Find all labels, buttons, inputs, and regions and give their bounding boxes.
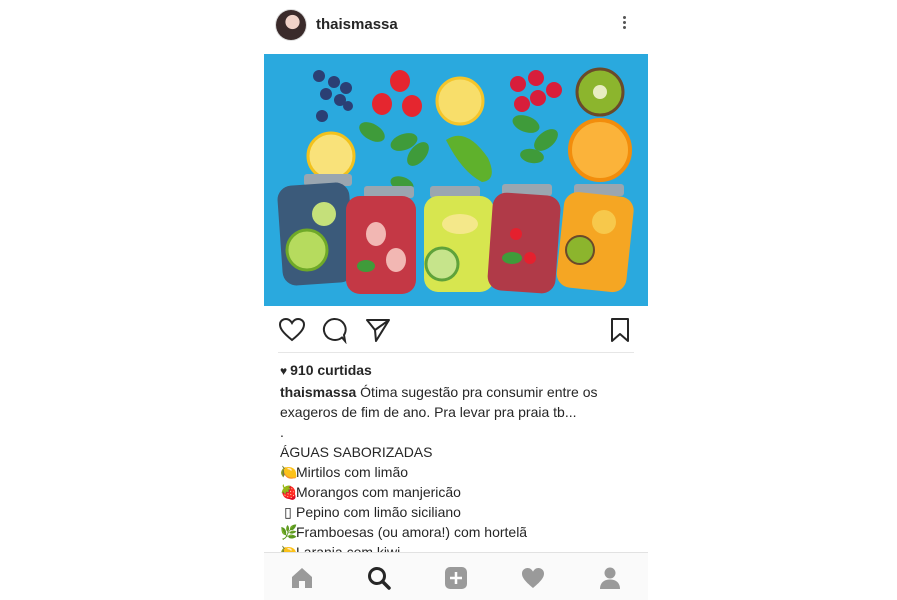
lemon-half-top	[435, 76, 485, 126]
post-caption: thaismassa Ótima sugestão pra consumir e…	[280, 382, 632, 562]
caption-dot-line: .	[280, 424, 284, 440]
comment-bubble-icon[interactable]	[320, 316, 348, 344]
home-icon[interactable]	[289, 565, 315, 591]
bottom-navigation	[264, 552, 648, 600]
more-options-icon[interactable]	[620, 14, 628, 38]
jar-blueberry-lime	[277, 174, 355, 286]
caption-username[interactable]: thaismassa	[280, 384, 356, 400]
profile-icon[interactable]	[597, 565, 623, 591]
heart-filled-icon: ♥	[280, 364, 288, 378]
paper-plane-icon[interactable]	[364, 316, 392, 344]
caption-text-line2: exageros de fim de ano. Pra levar pra pr…	[280, 404, 577, 420]
post-actions-bar	[264, 306, 648, 352]
missing-glyph-icon: ▯	[284, 504, 292, 520]
add-post-icon[interactable]	[443, 565, 469, 591]
post-photo[interactable]	[264, 54, 648, 306]
post-header: thaismassa	[264, 0, 648, 52]
lemon-half-left	[306, 131, 356, 181]
caption-item: ▯ Pepino com limão siciliano	[280, 502, 632, 522]
caption-heading: ÁGUAS SABORIZADAS	[280, 444, 433, 460]
activity-heart-icon[interactable]	[520, 565, 546, 591]
orange-half	[568, 118, 632, 182]
post-username[interactable]: thaismassa	[316, 16, 398, 33]
caption-text-line1: Ótima sugestão pra consumir entre os	[356, 384, 598, 400]
jar-raspberry-mint	[487, 184, 561, 294]
bookmark-icon[interactable]	[606, 316, 634, 344]
herb-emoji-icon: 🌿	[280, 524, 298, 540]
instagram-post-screen: thaismassa ♥ 910 curtidas thaismassa Óti…	[264, 0, 648, 600]
search-icon[interactable]	[366, 565, 392, 591]
jar-cucumber-lemon	[424, 186, 494, 292]
caption-item: 🍓Morangos com manjericão	[280, 484, 461, 500]
caption-item: 🌿Framboesas (ou amora!) com hortelã	[280, 524, 528, 540]
caption-item: 🍋Mirtilos com limão	[280, 464, 409, 480]
strawberry-emoji-icon: 🍓	[280, 484, 298, 500]
jar-strawberry-basil	[346, 186, 416, 294]
mason-jars	[277, 174, 634, 294]
likes-count[interactable]: ♥ 910 curtidas	[280, 362, 372, 378]
heart-outline-icon[interactable]	[278, 316, 306, 344]
jar-orange-kiwi	[556, 184, 634, 293]
lemon-emoji-icon: 🍋	[280, 464, 298, 480]
avatar[interactable]	[276, 10, 306, 40]
likes-text: 910 curtidas	[290, 362, 372, 378]
divider	[278, 352, 634, 353]
